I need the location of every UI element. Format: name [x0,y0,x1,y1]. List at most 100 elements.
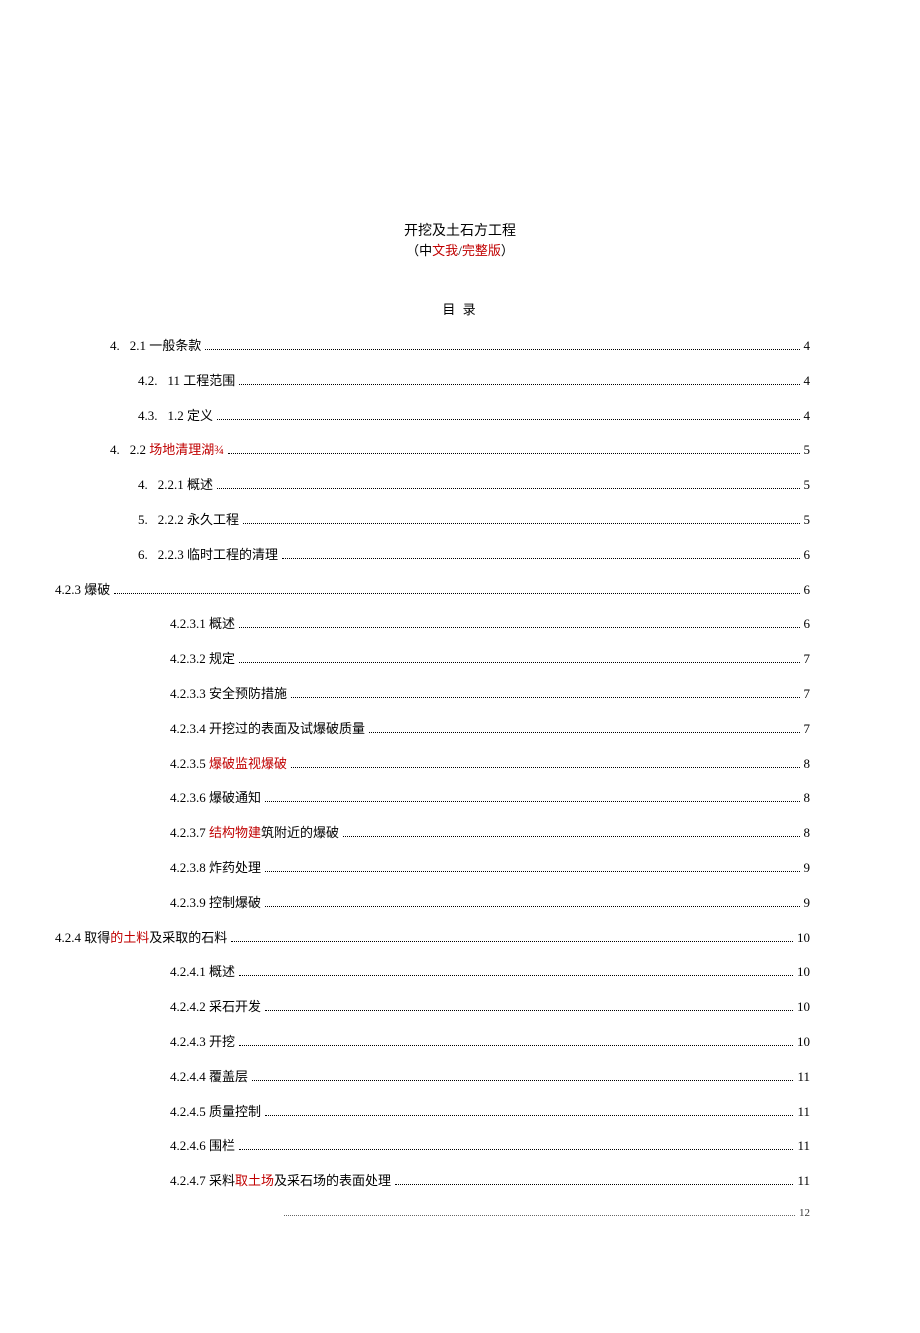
toc-entry-number: 4. [138,475,158,496]
toc-entry: 5.2.2.2 永久工程 5 [110,510,810,531]
toc-entry-label: 4.2.3.1 概述 [170,614,235,635]
toc-entry: 4.3.1.2 定义 4 [110,406,810,427]
toc-dots [265,861,799,872]
toc-dots [265,1104,793,1115]
toc-entry: 4.2.4.6 围栏 11 [110,1136,810,1157]
title-main: 开挖及土石方工程 [110,220,810,240]
toc-page-number: 9 [804,893,811,914]
toc-entry-label: 2.2 场地清理湖¾ [130,440,224,461]
toc-dots [205,339,799,350]
toc-page-number: 11 [797,1102,810,1123]
toc-page-number: 4 [804,371,811,392]
toc-entry-label: 4.2.3 爆破 [55,580,110,601]
toc-entry-label: 4.2.4.2 采石开发 [170,997,261,1018]
document-page: 开挖及土石方工程 （中文我/完整版） 目 录 4.2.1 一般条款44.2.11… [0,0,920,1333]
toc-entry: 4.2.1 一般条款 4 [110,336,810,357]
toc-entry: 4.2.4.7 采料取土场及采石场的表面处理 11 [110,1171,810,1192]
toc-page-number: 11 [797,1171,810,1192]
toc-entry: 4.2.3.4 开挖过的表面及试爆破质量 7 [110,719,810,740]
toc-entry-label: 4.2.3.5 爆破监视爆破 [170,754,287,775]
toc-entry: 4.2.4.4 覆盖层 11 [110,1067,810,1088]
toc-entry-label: 2.2.2 永久工程 [158,510,239,531]
toc-entry: 6.2.2.3 临时工程的清理6 [110,545,810,566]
toc-dots [291,756,799,767]
toc-page-number: 6 [804,580,811,601]
toc-entry: 4.2.2 场地清理湖¾5 [110,440,810,461]
title-sub: （中文我/完整版） [110,240,810,259]
toc-dots [343,826,799,837]
toc-dots [239,373,799,384]
toc-dots [231,930,793,941]
toc-page-number: 5 [804,475,811,496]
toc-page-number: 7 [804,719,811,740]
toc-entry: 4.2.4 取得的土料及采取的石料10 [55,928,810,949]
toc-entry-label: 2.2.1 概述 [158,475,213,496]
toc-entry-label: 4.2.4.1 概述 [170,962,235,983]
toc-entry: 4.2.3.9 控制爆破 9 [110,893,810,914]
toc-page-number: 5 [804,440,811,461]
toc-entry-label: 4.2.4.5 质量控制 [170,1102,261,1123]
toc-page-number: 5 [804,510,811,531]
title-block: 开挖及土石方工程 （中文我/完整版） [110,220,810,259]
toc-entry-label: 11 工程范围 [168,371,236,392]
toc-dots [369,721,799,732]
toc-entry: 4.2.4.3 开挖10 [110,1032,810,1053]
toc-dots [239,617,799,628]
toc-entry: 4.2.3.3 安全预防措施 7 [110,684,810,705]
toc-entry-number: 4.2. [138,371,168,392]
toc-entry-number: 4. [110,336,130,357]
toc-entry-label: 2.1 一般条款 [130,336,202,357]
toc-page-number: 10 [797,928,810,949]
toc-dots [228,443,799,454]
toc-container: 4.2.1 一般条款44.2.11 工程范围44.3.1.2 定义44.2.2 … [110,336,810,1192]
toc-header: 目 录 [110,299,810,318]
toc-page-number: 6 [804,545,811,566]
toc-page-number: 11 [797,1136,810,1157]
toc-entry: 4.2.4.1 概述 10 [110,962,810,983]
toc-entry: 4.2.3.2 规定7 [110,649,810,670]
toc-entry-label: 4.2.3.4 开挖过的表面及试爆破质量 [170,719,365,740]
toc-entry: 4.2.4.5 质量控制 11 [110,1102,810,1123]
toc-page-number: 7 [804,649,811,670]
toc-entry-label: 4.2.3.8 炸药处理 [170,858,261,879]
toc-entry: 4.2.4.2 采石开发 10 [110,997,810,1018]
toc-entry-label: 2.2.3 临时工程的清理 [158,545,278,566]
toc-dots [265,1000,793,1011]
toc-dots [265,895,799,906]
toc-entry: 4.2.3.8 炸药处理 9 [110,858,810,879]
toc-page-number: 10 [797,1032,810,1053]
toc-page-number: 7 [804,684,811,705]
toc-entry-label: 4.2.3.3 安全预防措施 [170,684,287,705]
toc-entry-label: 4.2.3.9 控制爆破 [170,893,261,914]
toc-page-number: 9 [804,858,811,879]
toc-page-number: 8 [804,823,811,844]
toc-entry-number: 4.3. [138,406,168,427]
toc-entry-number: 5. [138,510,158,531]
toc-entry: 4.2.3.6 爆破通知8 [110,788,810,809]
toc-page-number: 8 [804,788,811,809]
toc-dots [217,408,799,419]
toc-entry-label: 1.2 定义 [168,406,214,427]
toc-page-number: 10 [797,962,810,983]
toc-entry: 4.2.3.1 概述 6 [110,614,810,635]
toc-page-number: 6 [804,614,811,635]
toc-page-number: 8 [804,754,811,775]
toc-dots [395,1174,793,1185]
toc-entry-label: 4.2.4.6 围栏 [170,1136,235,1157]
toc-dots [239,1035,793,1046]
toc-dots [239,965,793,976]
toc-dots [239,1139,793,1150]
toc-dots [291,687,799,698]
toc-entry: 4.2.2.1 概述 5 [110,475,810,496]
toc-entry: 4.2.3.7 结构物建筑附近的爆破 8 [110,823,810,844]
toc-entry-label: 4.2.4.4 覆盖层 [170,1067,248,1088]
toc-page-number: 10 [797,997,810,1018]
toc-page-number: 11 [797,1067,810,1088]
toc-page-number: 4 [804,406,811,427]
toc-dots [114,582,799,593]
toc-entry-last: 12 [110,1206,810,1219]
toc-entry-label: 4.2.3.7 结构物建筑附近的爆破 [170,823,339,844]
toc-entry-label: 4.2.4.7 采料取土场及采石场的表面处理 [170,1171,391,1192]
toc-page-number: 4 [804,336,811,357]
toc-entry: 4.2.3.5 爆破监视爆破 8 [110,754,810,775]
